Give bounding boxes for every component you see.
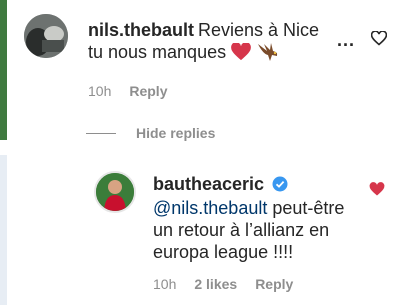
background-edge-bottom	[0, 155, 7, 305]
divider	[86, 132, 116, 134]
heart-filled-icon[interactable]	[369, 182, 385, 202]
heart-outline-icon[interactable]	[370, 30, 388, 51]
reply-button[interactable]: Reply	[129, 83, 167, 99]
avatar[interactable]	[24, 14, 68, 58]
avatar[interactable]	[94, 171, 136, 213]
verified-badge-icon	[272, 175, 288, 197]
comment-meta: 10h Reply	[88, 83, 185, 99]
reply-time: 10h	[153, 276, 177, 292]
red-heart-emoji	[231, 42, 251, 66]
reply-body: bautheaceric @nils.thebault peut-être un…	[153, 173, 363, 263]
more-icon[interactable]: ...	[337, 30, 355, 51]
likes-count[interactable]: 2 likes	[194, 276, 237, 292]
reply-username[interactable]: bautheaceric	[153, 174, 264, 194]
eagle-emoji	[257, 42, 279, 67]
avatar-photo	[96, 173, 134, 211]
mention-link[interactable]: @nils.thebault	[153, 198, 267, 218]
background-edge-top	[0, 0, 7, 140]
reply-button[interactable]: Reply	[255, 276, 293, 292]
hide-replies-button[interactable]: Hide replies	[86, 125, 215, 141]
hide-replies-label: Hide replies	[136, 125, 216, 141]
avatar-photo	[24, 14, 68, 58]
reply-meta: 10h 2 likes Reply	[153, 276, 311, 292]
comment-time: 10h	[88, 83, 112, 99]
comment-body: nils.thebault Reviens à Nice tu nous manq…	[88, 19, 336, 67]
comment-username[interactable]: nils.thebault	[88, 20, 194, 40]
